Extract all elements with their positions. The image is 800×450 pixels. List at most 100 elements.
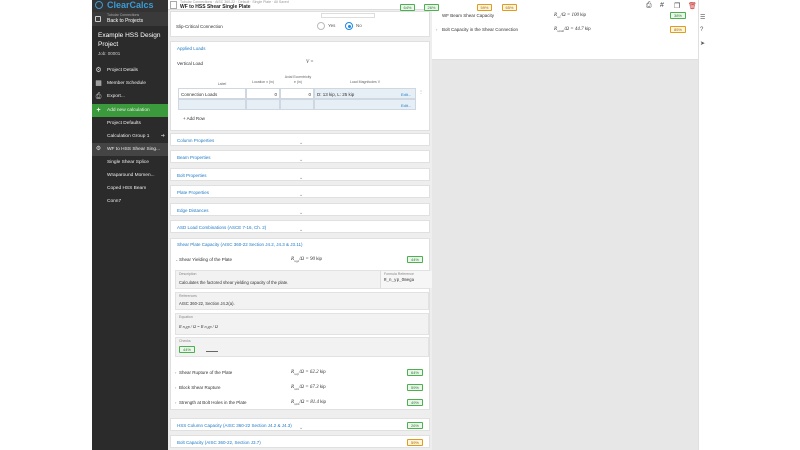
doc-header: Tubular Connections · AISC 360-22 · Defa… — [168, 0, 432, 10]
toolbar-check-pill[interactable]: 59% — [477, 4, 492, 11]
checks-box: Checks 44% — [175, 337, 429, 357]
expand-caret-icon[interactable]: › — [175, 385, 176, 390]
sidebar-item-label: Project Details — [107, 68, 138, 73]
sidebar-item-wraparound[interactable]: Wraparound Momen... — [92, 169, 168, 182]
equation-heading: Equation — [179, 315, 193, 319]
expand-caret-icon[interactable]: ⌄ — [175, 257, 178, 262]
result-equation: /Ω = 90 — [299, 257, 316, 262]
print-icon[interactable]: ⎙ — [646, 2, 652, 10]
fraction-icon — [206, 346, 218, 352]
section-beam-properties[interactable]: Beam Properties ⌄ — [170, 150, 430, 163]
section-plate-properties[interactable]: Plate Properties ⌄ — [170, 185, 430, 198]
sidebar-item-conn7[interactable]: Conn7 — [92, 195, 168, 208]
toolbar-check-pill[interactable]: 26% — [424, 4, 439, 11]
bolt-holes-check-badge[interactable]: 49% — [407, 399, 423, 406]
result-unit: kip — [320, 399, 326, 404]
load-label-input[interactable]: Connection Loads — [178, 88, 246, 99]
edit-new-magnitudes-link[interactable]: Edit... — [401, 103, 411, 108]
sidebar-item-export[interactable]: ⎙ Export... — [92, 90, 168, 103]
block-shear-value: Rn,bs/Ω = 67.3 kip — [291, 384, 326, 391]
section-bolt-capacity[interactable]: Bolt Capacity (AISC 360-22, Section J3.7… — [170, 435, 430, 448]
slip-yes-radio[interactable] — [317, 22, 325, 30]
description-heading: Description — [179, 272, 197, 276]
send-icon[interactable]: ➤ — [700, 40, 705, 47]
result-unit: kip — [584, 26, 591, 31]
beam-shear-check-badge[interactable]: 38% — [670, 12, 686, 19]
load-location-input[interactable]: 0 — [246, 88, 280, 99]
section-title: Beam Properties — [177, 155, 211, 160]
help-icon[interactable]: ? — [700, 27, 703, 33]
slip-no-label: No — [356, 23, 362, 28]
hash-icon[interactable]: # — [660, 2, 664, 9]
toolbar-check-pill[interactable]: 65% — [502, 4, 517, 11]
row-menu-icon[interactable]: ⋮ — [419, 89, 423, 94]
shear-rupture-check-badge[interactable]: 64% — [407, 369, 423, 376]
new-load-ecc-input[interactable] — [280, 99, 314, 110]
gear-icon: ⚙ — [95, 67, 102, 74]
expand-caret-icon[interactable]: › — [436, 27, 437, 32]
slip-no-radio[interactable] — [345, 22, 353, 30]
section-column-properties[interactable]: Column Properties ⌄ — [170, 133, 430, 146]
result-unit: kip — [580, 12, 587, 17]
expand-caret-icon[interactable]: › — [175, 400, 176, 405]
arrow-right-icon: ➔ — [160, 133, 165, 139]
expand-caret-icon[interactable]: › — [175, 370, 176, 375]
checks-badge[interactable]: 44% — [179, 346, 195, 353]
plus-icon: + — [96, 107, 101, 114]
shear-yield-check-badge[interactable]: 44% — [407, 256, 423, 263]
delete-icon[interactable]: 🗑 — [688, 2, 697, 10]
formula-reference-box: Formula Reference R_n_yp_Omega — [380, 271, 432, 288]
section-asd-load-combinations[interactable]: ASD Load Combinations (ASCE 7-16, Ch. 2)… — [170, 220, 430, 233]
new-load-label-input[interactable] — [178, 99, 246, 110]
toolbar-check-pill[interactable]: 64% — [400, 4, 415, 11]
applied-loads-title[interactable]: Applied Loads — [177, 46, 206, 51]
sidebar-item-member-schedule[interactable]: ▦ Member Schedule — [92, 77, 168, 90]
sidebar-item-project-defaults[interactable]: Project Defaults — [92, 117, 168, 130]
formula-reference-heading: Formula Reference — [384, 272, 414, 276]
back-to-projects-button[interactable]: Tubular Connections Back to Projects — [92, 12, 168, 26]
references-heading: References — [179, 294, 197, 298]
main-content[interactable]: Tubular Connections · AISC 360-22 · Defa… — [168, 0, 432, 450]
list-icon[interactable]: ☰ — [700, 14, 705, 21]
chevron-down-icon: ⌄ — [299, 425, 304, 431]
bolt-capacity-check-badge[interactable]: 59% — [407, 439, 423, 446]
edit-magnitudes-link[interactable]: Edit... — [401, 92, 411, 97]
clearcalcs-logo-icon — [95, 1, 103, 9]
print-icon: ⎙ — [95, 93, 102, 100]
sidebar: ClearCalcs Tubular Connections Back to P… — [92, 0, 168, 450]
bolt-shear-check-badge[interactable]: 85% — [670, 26, 686, 33]
sidebar-item-calculation-group[interactable]: Calculation Group 1 ➔ — [92, 130, 168, 143]
sidebar-item-label: Wraparound Momen... — [107, 173, 155, 178]
bolt-shear-label: Bolt Capacity in the Shear Connection — [442, 27, 519, 32]
bolt-holes-value: Rn,bh/Ω = 81.4 kip — [291, 399, 326, 406]
sidebar-item-coped-hss-beam[interactable]: Coped HSS Beam — [92, 182, 168, 195]
description-box: Description Calculates the factored shea… — [175, 270, 432, 289]
section-hss-column-capacity[interactable]: HSS Column Capacity (AISC 360-22 Section… — [170, 418, 430, 431]
load-ecc-input[interactable]: 0 — [280, 88, 314, 99]
col-header-ecc-unit: e (in) — [294, 80, 302, 84]
formula-reference-text[interactable]: R_n_yp_Omega — [384, 279, 414, 283]
block-shear-check-badge[interactable]: 59% — [407, 384, 423, 391]
new-load-location-input[interactable] — [246, 99, 280, 110]
previous-field[interactable] — [321, 13, 375, 18]
add-new-calculation-button[interactable]: + Add new calculation — [92, 104, 168, 117]
copy-icon[interactable]: ❐ — [674, 2, 680, 10]
hss-column-check-badge[interactable]: 26% — [407, 422, 423, 429]
bolt-shear-value: Rn,bolt/Ω = 44.7 kip — [554, 26, 591, 33]
toggle-sidebar-button[interactable] — [170, 1, 177, 9]
section-bolt-properties[interactable]: Bolt Properties ⌄ — [170, 168, 430, 181]
shear-plate-title[interactable]: Shear Plate Capacity (AISC 360-22 Sectio… — [177, 242, 302, 247]
applied-loads-card: Applied Loads Vertical Load V = Label Lo… — [170, 41, 430, 131]
add-row-button[interactable]: + Add Row — [183, 116, 205, 121]
project-title: Example HSS Design Project — [98, 32, 161, 48]
back-context: Tubular Connections — [107, 13, 140, 17]
sidebar-item-wf-to-hss[interactable]: ⚙ WF to HSS Shear Sing... — [92, 143, 168, 156]
sidebar-item-project-details[interactable]: ⚙ Project Details — [92, 64, 168, 77]
result-equation: /Ω = 44.7 — [563, 27, 584, 32]
project-job: Job: 00001 — [98, 51, 121, 56]
sidebar-item-single-shear-splice[interactable]: Single Shear Splice — [92, 156, 168, 169]
col-header-ecc: Axial Eccentricity — [284, 75, 312, 79]
section-edge-distances[interactable]: Edge Distances ⌄ — [170, 203, 430, 216]
sidebar-item-label: Calculation Group 1 — [107, 134, 150, 139]
right-margin — [709, 0, 800, 450]
